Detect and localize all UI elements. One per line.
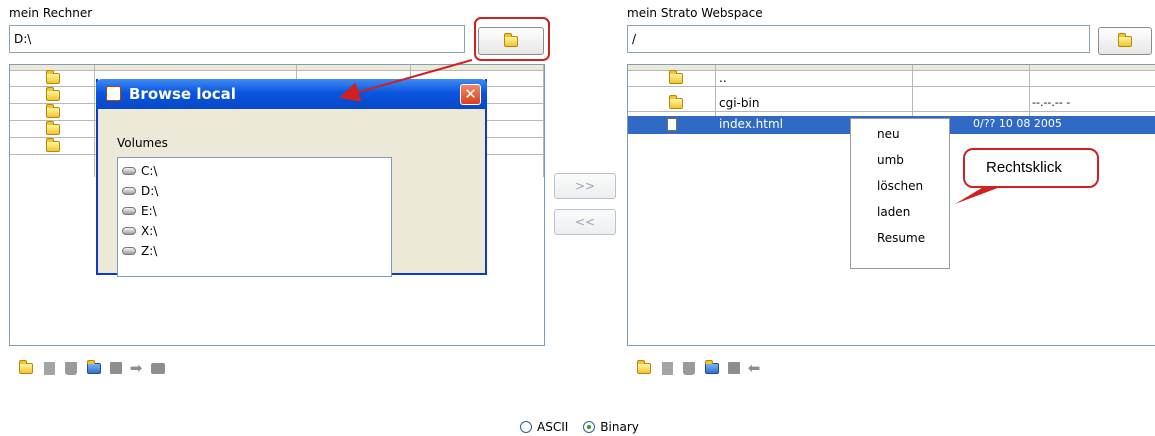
binary-label: Binary <box>600 420 639 434</box>
ascii-label: ASCII <box>537 420 569 434</box>
mode-selector: ASCII Binary <box>520 420 639 434</box>
callout-pointer <box>955 186 1003 204</box>
arrow-to-dialog <box>339 59 473 102</box>
ascii-radio[interactable] <box>520 421 532 433</box>
annotation-arrows <box>339 59 1003 204</box>
binary-radio[interactable] <box>583 421 596 433</box>
